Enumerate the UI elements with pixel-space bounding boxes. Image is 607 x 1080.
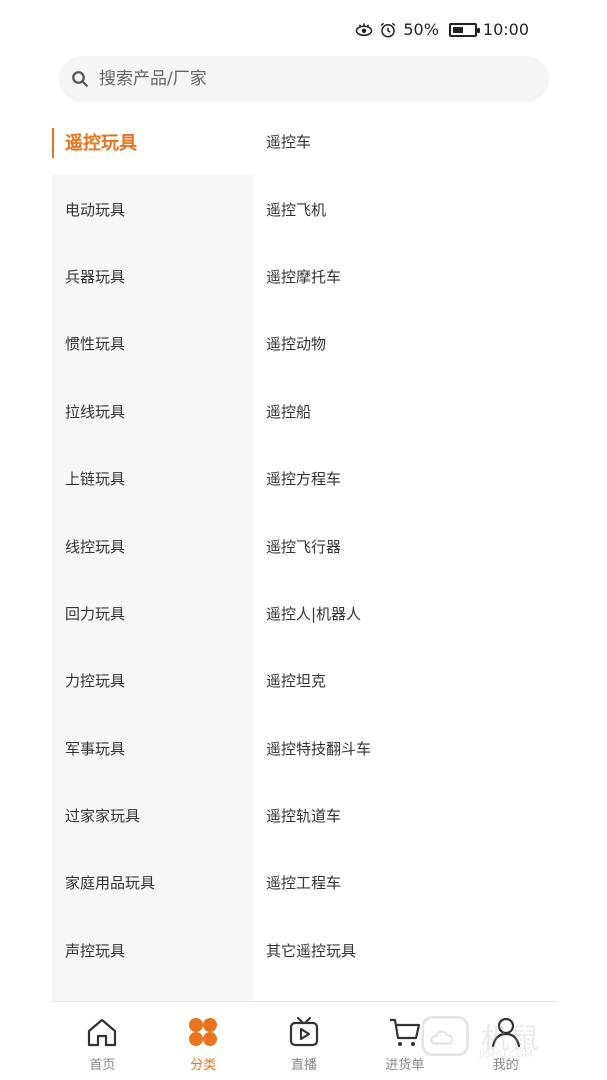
subcategory-item[interactable]: 遥控摩托车: [254, 243, 556, 310]
subcategory-item[interactable]: 遥控特技翻斗车: [254, 715, 556, 782]
search-bar[interactable]: [59, 56, 549, 102]
subcategory-item[interactable]: 遥控轨道车: [254, 782, 556, 849]
category-item[interactable]: 拉线玩具: [52, 378, 254, 445]
battery-percent: 50%: [403, 20, 439, 39]
category-content: 遥控玩具 电动玩具 兵器玩具 惯性玩具 拉线玩具 上链玩具 线控玩具 回力玩具 …: [52, 108, 556, 1001]
subcategory-item[interactable]: 遥控动物: [254, 310, 556, 377]
category-item[interactable]: 过家家玩具: [52, 782, 254, 849]
live-tv-icon: [289, 1016, 319, 1047]
watermark: 机鼠 JISHU.COM: [419, 1007, 589, 1067]
alarm-icon: [381, 22, 396, 37]
tab-live[interactable]: 直播: [254, 1002, 355, 1080]
tab-home[interactable]: 首页: [52, 1002, 153, 1080]
subcategory-item[interactable]: 遥控飞行器: [254, 512, 556, 579]
subcategory-item[interactable]: 遥控车: [254, 108, 556, 175]
cloud-logo-icon: [421, 1015, 469, 1057]
category-item[interactable]: 军事玩具: [52, 715, 254, 782]
category-item[interactable]: 上链玩具: [52, 445, 254, 512]
tab-label: 分类: [190, 1058, 217, 1073]
category-list: 遥控玩具 电动玩具 兵器玩具 惯性玩具 拉线玩具 上链玩具 线控玩具 回力玩具 …: [52, 108, 254, 1001]
search-input[interactable]: [99, 69, 499, 89]
category-item-active[interactable]: 遥控玩具: [52, 108, 254, 176]
subcategory-list: 遥控车 遥控飞机 遥控摩托车 遥控动物 遥控船 遥控方程车 遥控飞行器 遥控人|…: [254, 108, 556, 1001]
battery-icon: [448, 22, 480, 37]
tab-label: 直播: [290, 1058, 317, 1073]
tab-category[interactable]: 分类: [153, 1002, 254, 1080]
subcategory-item[interactable]: 遥控坦克: [254, 647, 556, 714]
category-item[interactable]: 惯性玩具: [52, 310, 254, 377]
subcategory-item[interactable]: 遥控飞机: [254, 175, 556, 242]
tab-label: 首页: [89, 1058, 116, 1073]
category-item[interactable]: 电动玩具: [52, 175, 254, 242]
category-item[interactable]: 兵器玩具: [52, 243, 254, 310]
category-icon: [189, 1018, 218, 1046]
category-item[interactable]: 线控玩具: [52, 512, 254, 579]
subcategory-item[interactable]: 其它遥控玩具: [254, 917, 556, 984]
watermark-sub: JISHU.COM: [479, 1049, 533, 1060]
status-icons: 50% 10:00: [355, 20, 529, 39]
search-icon: [72, 71, 88, 87]
clock: 10:00: [482, 20, 529, 39]
subcategory-item[interactable]: 遥控方程车: [254, 445, 556, 512]
subcategory-item[interactable]: 遥控工程车: [254, 849, 556, 916]
category-item[interactable]: 回力玩具: [52, 580, 254, 647]
category-item[interactable]: 家庭用品玩具: [52, 849, 254, 916]
cart-icon: [389, 1018, 420, 1046]
eye-comfort-icon: [356, 22, 373, 36]
category-item[interactable]: 声控玩具: [52, 917, 254, 984]
home-icon: [88, 1018, 117, 1047]
subcategory-item[interactable]: 遥控人|机器人: [254, 580, 556, 647]
category-item[interactable]: 力控玩具: [52, 647, 254, 714]
status-bar: 50% 10:00: [0, 0, 607, 58]
subcategory-item[interactable]: 遥控船: [254, 378, 556, 445]
